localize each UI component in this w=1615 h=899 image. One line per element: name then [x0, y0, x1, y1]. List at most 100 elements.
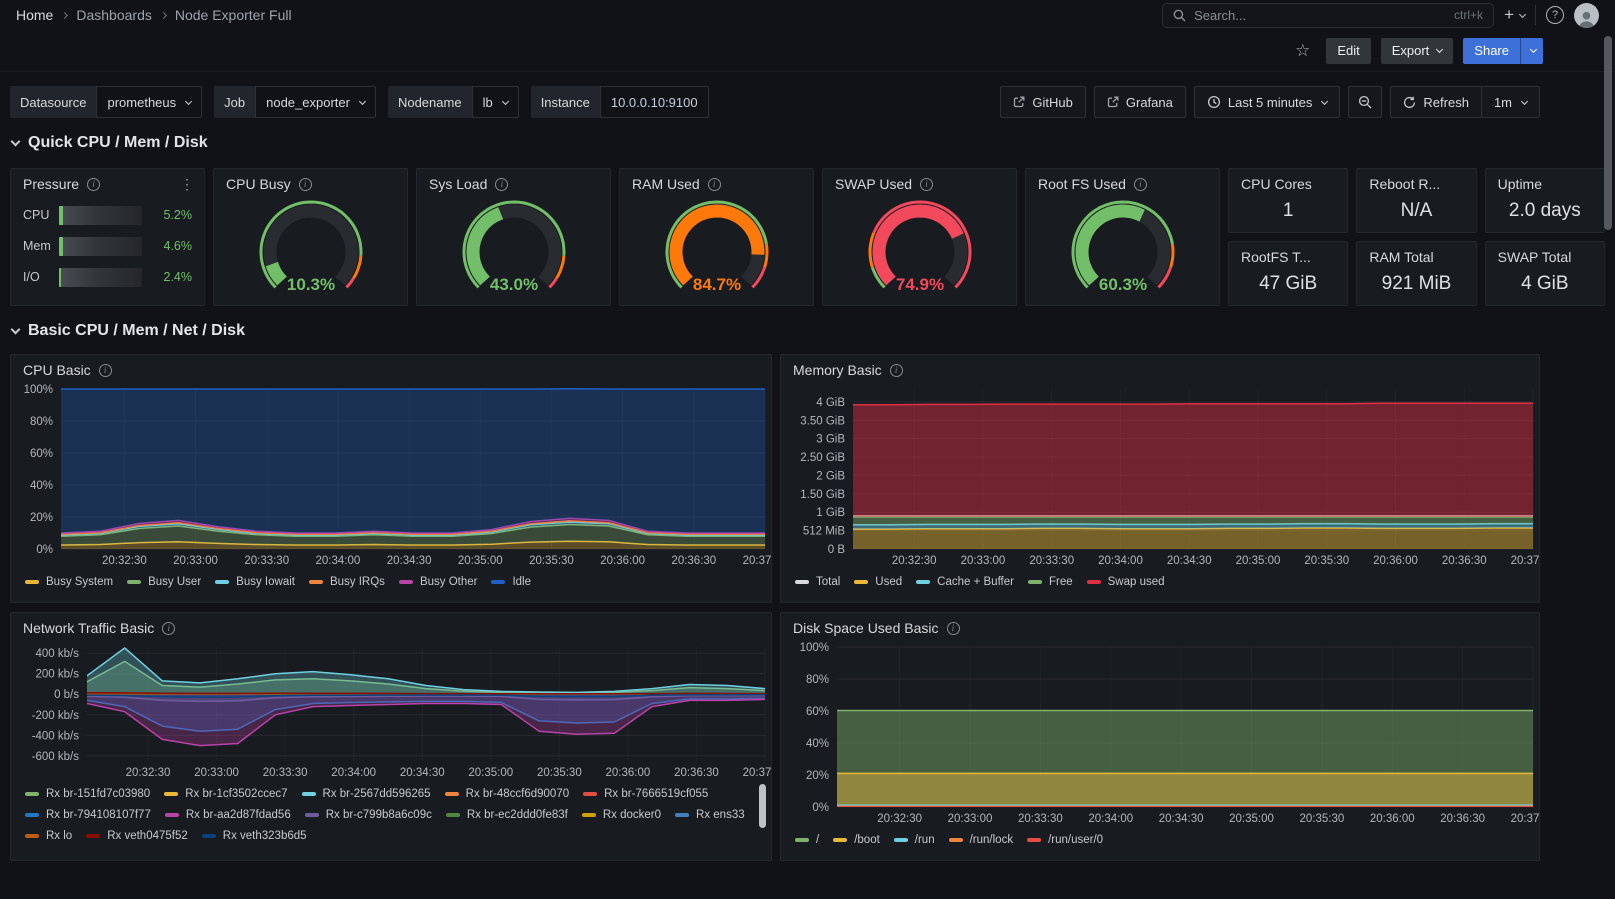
breadcrumb-home[interactable]: Home: [16, 7, 53, 23]
info-icon[interactable]: i: [162, 621, 176, 635]
legend-item[interactable]: Rx br-1cf3502ccec7: [164, 784, 288, 803]
legend-item[interactable]: Rx ens33: [675, 805, 745, 824]
legend-item[interactable]: /run/lock: [948, 830, 1013, 849]
panel-menu-icon[interactable]: ⋮: [180, 177, 194, 191]
legend-item[interactable]: Rx br-aa2d87fdad56: [164, 805, 291, 824]
panel-header[interactable]: CPU Basic i: [11, 355, 771, 381]
page-scrollbar[interactable]: [1604, 36, 1612, 230]
panel-header[interactable]: Memory Basic i: [781, 355, 1539, 381]
legend-item[interactable]: Total: [795, 572, 840, 591]
info-icon[interactable]: i: [946, 621, 960, 635]
share-menu-button[interactable]: [1520, 37, 1543, 64]
legend-item[interactable]: /run: [893, 830, 935, 849]
refresh-icon: [1404, 96, 1416, 108]
star-button[interactable]: ☆: [1295, 41, 1310, 61]
panel-header[interactable]: Sys Load i: [417, 169, 610, 195]
legend-item[interactable]: Rx br-794108107f77: [25, 805, 151, 824]
breadcrumb-separator-icon: [159, 11, 167, 19]
variable-instance: Instance 10.0.0.10:9100: [530, 86, 709, 118]
legend-item[interactable]: Busy Iowait: [215, 572, 295, 591]
export-button[interactable]: Export: [1380, 37, 1454, 64]
nodename-select[interactable]: lb: [471, 86, 519, 118]
svg-text:20:32:30: 20:32:30: [102, 555, 147, 567]
time-range-picker[interactable]: Last 5 minutes: [1193, 86, 1341, 118]
legend-item[interactable]: /: [795, 830, 819, 849]
github-link-button[interactable]: GitHub: [1000, 86, 1086, 118]
breadcrumb-dashboards[interactable]: Dashboards: [76, 7, 152, 23]
legend-item[interactable]: Swap used: [1086, 572, 1165, 591]
info-icon[interactable]: i: [495, 177, 509, 191]
search-placeholder: Search...: [1194, 7, 1247, 23]
legend-item[interactable]: Rx docker0: [581, 805, 661, 824]
svg-text:20:32:30: 20:32:30: [892, 555, 937, 567]
legend-series-color: [25, 833, 39, 838]
panel-header[interactable]: CPU Busy i: [214, 169, 407, 195]
legend-item[interactable]: /run/user/0: [1027, 830, 1103, 849]
info-icon[interactable]: i: [98, 363, 112, 377]
panel-header[interactable]: Root FS Used i: [1026, 169, 1219, 195]
grafana-link-button[interactable]: Grafana: [1093, 86, 1186, 118]
zoom-out-button[interactable]: [1348, 86, 1383, 118]
panel-swap-total: SWAP Total 4 GiB: [1484, 241, 1605, 306]
datasource-select[interactable]: prometheus: [96, 86, 203, 118]
panel-header[interactable]: RAM Used i: [620, 169, 813, 195]
svg-text:20:33:00: 20:33:00: [173, 555, 218, 567]
legend-series-color: [948, 837, 963, 842]
share-button[interactable]: Share: [1463, 37, 1543, 64]
edit-button[interactable]: Edit: [1326, 37, 1371, 64]
job-select[interactable]: node_exporter: [255, 86, 376, 118]
legend-item[interactable]: Rx veth323b6d5: [201, 826, 307, 845]
info-icon[interactable]: i: [1133, 177, 1147, 191]
refresh-interval-value: 1m: [1493, 94, 1512, 110]
legend-item[interactable]: Rx br-2567dd596265: [301, 784, 431, 803]
info-icon[interactable]: i: [707, 177, 721, 191]
legend-item[interactable]: Rx veth0475f52: [86, 826, 188, 845]
legend-item[interactable]: Free: [1027, 572, 1073, 591]
legend-item[interactable]: Rx br-48ccf6d90070: [444, 784, 569, 803]
panel-header[interactable]: Network Traffic Basic i: [11, 613, 771, 639]
svg-text:1 GiB: 1 GiB: [816, 507, 845, 519]
svg-text:20:37:00: 20:37:00: [743, 555, 771, 567]
legend-item[interactable]: Rx br-7666519cf055: [583, 784, 708, 803]
legend-item[interactable]: Rx br-151fd7c03980: [25, 784, 150, 803]
search-input[interactable]: Search... ctrl+k: [1162, 2, 1495, 28]
legend-item[interactable]: Rx br-c799b8a6c09c: [304, 805, 432, 824]
job-value: node_exporter: [266, 94, 350, 110]
panel-title: CPU Cores: [1241, 176, 1312, 192]
panel-header[interactable]: Pressure i ⋮: [11, 169, 204, 195]
help-button[interactable]: ?: [1546, 6, 1564, 24]
panel-swap-used: SWAP Used i 74.9%: [822, 168, 1017, 306]
info-icon[interactable]: i: [889, 363, 903, 377]
legend-item[interactable]: Rx lo: [25, 826, 72, 845]
charts-grid: CPU Basic i 0% 20% 40% 60% 80% 100% 20:32:30 20…: [10, 354, 1605, 861]
refresh-interval-select[interactable]: 1m: [1481, 86, 1540, 118]
panel-header[interactable]: Disk Space Used Basic i: [781, 613, 1539, 639]
legend-item[interactable]: /boot: [833, 830, 880, 849]
section-quick-cpu-mem-disk[interactable]: Quick CPU / Mem / Disk: [10, 130, 1615, 156]
user-avatar[interactable]: [1574, 2, 1599, 28]
legend-series-color: [304, 812, 319, 817]
legend-item[interactable]: Busy System: [25, 572, 113, 591]
info-icon[interactable]: i: [920, 177, 934, 191]
legend-item[interactable]: Idle: [491, 572, 531, 591]
legend-item[interactable]: Busy IRQs: [308, 572, 385, 591]
legend-item[interactable]: Rx br-ec2ddd0fe83f: [445, 805, 568, 824]
svg-text:400 kb/s: 400 kb/s: [36, 648, 80, 660]
info-icon[interactable]: i: [298, 177, 312, 191]
legend-scrollbar[interactable]: [759, 784, 766, 828]
refresh-button[interactable]: Refresh: [1390, 86, 1482, 118]
svg-text:20:34:00: 20:34:00: [316, 555, 361, 567]
panel-header[interactable]: SWAP Used i: [823, 169, 1016, 195]
section-basic-cpu-mem-net-disk[interactable]: Basic CPU / Mem / Net / Disk: [10, 318, 1615, 344]
legend-item[interactable]: Cache + Buffer: [916, 572, 1014, 591]
legend-series-color: [1027, 579, 1042, 584]
legend-item[interactable]: Used: [854, 572, 902, 591]
svg-text:40%: 40%: [806, 738, 829, 750]
info-icon[interactable]: i: [87, 177, 101, 191]
legend-item[interactable]: Busy User: [127, 572, 201, 591]
datasource-value: prometheus: [107, 94, 177, 110]
legend-item[interactable]: Busy Other: [398, 572, 477, 591]
add-button[interactable]: +: [1504, 5, 1527, 25]
svg-text:20:36:30: 20:36:30: [1440, 813, 1485, 825]
instance-input[interactable]: 10.0.0.10:9100: [599, 86, 709, 118]
